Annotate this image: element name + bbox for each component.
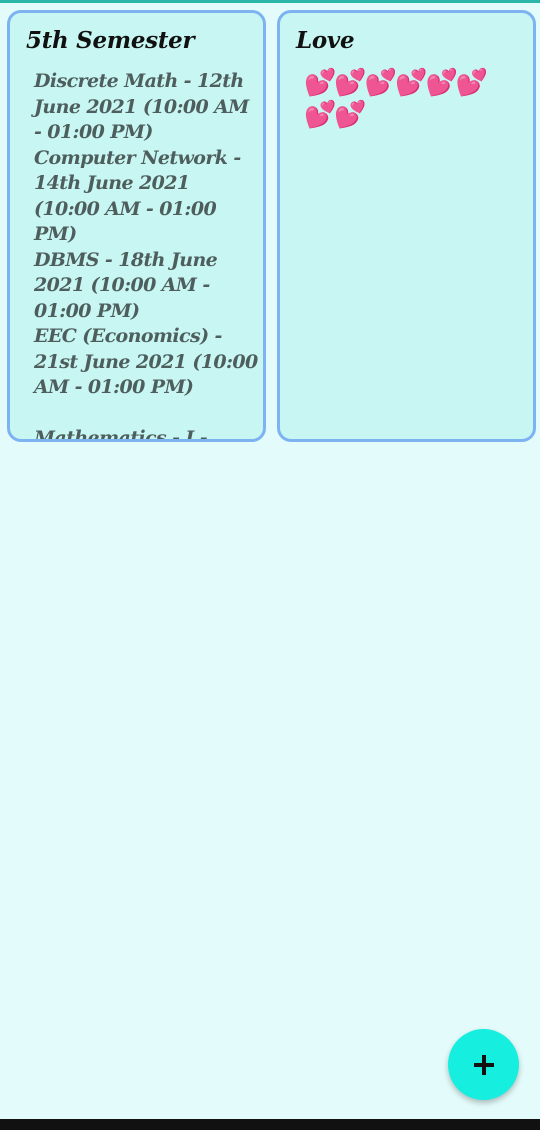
note-title: 5th Semester [26,27,195,54]
navigation-bar [0,1119,540,1130]
note-card-love[interactable]: Love 💕💕💕💕💕💕💕💕 [277,10,536,442]
add-note-button[interactable] [448,1029,519,1100]
status-accent-strip [0,0,540,3]
hearts-emoji-body: 💕💕💕💕💕💕💕💕 [304,68,488,130]
notes-app: 5th Semester Discrete Math - 12th June 2… [0,0,540,1130]
note-title: Love [296,27,355,54]
note-body: Discrete Math - 12th June 2021 (10:00 AM… [34,70,258,442]
note-card-5th-semester[interactable]: 5th Semester Discrete Math - 12th June 2… [7,10,266,442]
plus-icon [473,1054,495,1076]
